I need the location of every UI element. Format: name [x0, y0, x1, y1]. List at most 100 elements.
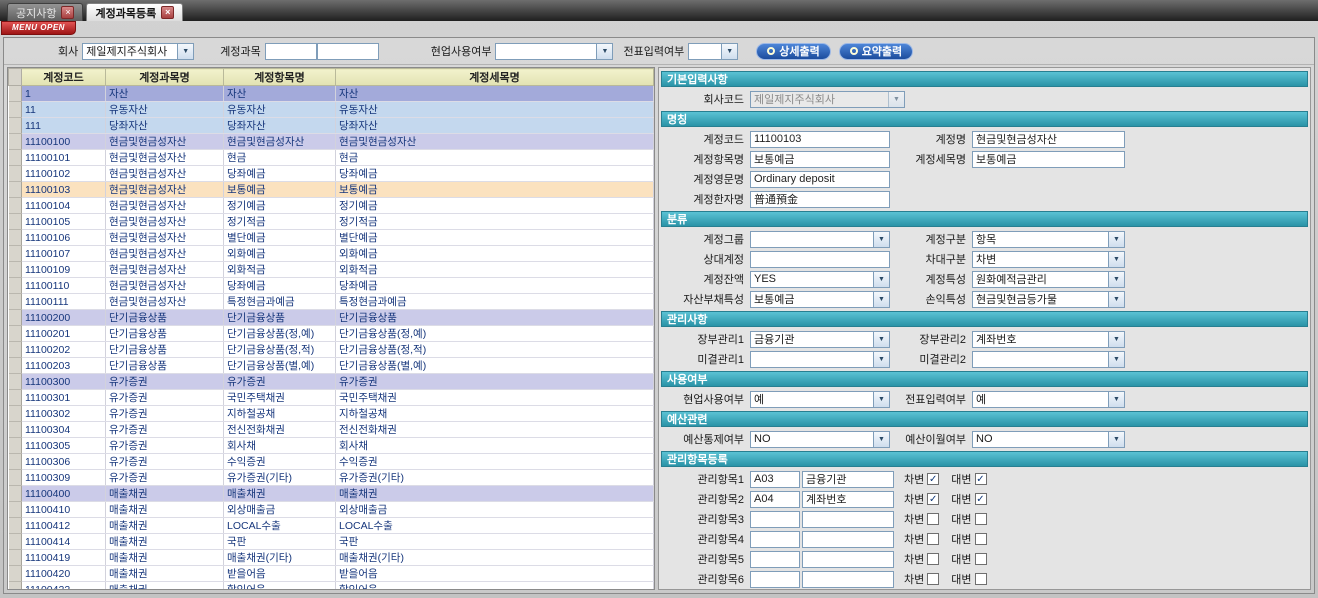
- cell-item-name[interactable]: 단기금융상품(별,예): [224, 358, 336, 374]
- row-selector[interactable]: [9, 134, 22, 150]
- account-code-field[interactable]: [750, 131, 890, 148]
- cell-account-code[interactable]: 11100101: [22, 150, 106, 166]
- table-row[interactable]: 11100309유가증권유가증권(기타)유가증권(기타): [9, 470, 654, 486]
- cell-account-name[interactable]: 단기금융상품: [106, 358, 224, 374]
- use1-select[interactable]: 예 ▼: [750, 391, 890, 408]
- company-code-select[interactable]: 제일제지주식회사 ▼: [750, 91, 905, 108]
- cell-account-name[interactable]: 현금및현금성자산: [106, 134, 224, 150]
- table-row[interactable]: 11100414매출채권국판국판: [9, 534, 654, 550]
- table-row[interactable]: 11100203단기금융상품단기금융상품(별,예)단기금융상품(별,예): [9, 358, 654, 374]
- cell-detail-name[interactable]: 외화적금: [336, 262, 654, 278]
- close-icon[interactable]: ×: [61, 6, 74, 19]
- table-row[interactable]: 11100202단기금융상품단기금융상품(정,적)단기금융상품(정,적): [9, 342, 654, 358]
- mgmt-name-input[interactable]: [802, 491, 894, 508]
- cell-item-name[interactable]: 보통예금: [224, 182, 336, 198]
- row-selector[interactable]: [9, 294, 22, 310]
- cell-account-code[interactable]: 11100107: [22, 246, 106, 262]
- row-selector[interactable]: [9, 422, 22, 438]
- row-selector[interactable]: [9, 326, 22, 342]
- cell-detail-name[interactable]: 유가증권(기타): [336, 470, 654, 486]
- open2-select[interactable]: ▼: [972, 351, 1125, 368]
- cell-detail-name[interactable]: LOCAL수출: [336, 518, 654, 534]
- cell-detail-name[interactable]: 수익증권: [336, 454, 654, 470]
- column-header-item-name[interactable]: 계정항목명: [224, 69, 336, 86]
- table-row[interactable]: 11100200단기금융상품단기금융상품단기금융상품: [9, 310, 654, 326]
- cell-account-name[interactable]: 현금및현금성자산: [106, 230, 224, 246]
- cell-detail-name[interactable]: 유가증권: [336, 374, 654, 390]
- cell-account-code[interactable]: 11100111: [22, 294, 106, 310]
- cell-account-name[interactable]: 현금및현금성자산: [106, 246, 224, 262]
- balance-select[interactable]: YES ▼: [750, 271, 890, 288]
- account-item-field[interactable]: [750, 151, 890, 168]
- credit-checkbox[interactable]: [975, 513, 987, 525]
- budget2-select[interactable]: NO ▼: [972, 431, 1125, 448]
- contra-account-field[interactable]: [750, 251, 890, 268]
- row-selector[interactable]: [9, 438, 22, 454]
- cell-detail-name[interactable]: 현금및현금성자산: [336, 134, 654, 150]
- row-selector[interactable]: [9, 566, 22, 582]
- table-row[interactable]: 11100104현금및현금성자산정기예금정기예금: [9, 198, 654, 214]
- cell-account-code[interactable]: 11100304: [22, 422, 106, 438]
- cell-account-code[interactable]: 11100200: [22, 310, 106, 326]
- cell-account-code[interactable]: 11100110: [22, 278, 106, 294]
- summary-print-button[interactable]: 요약출력: [839, 43, 913, 60]
- table-row[interactable]: 11100419매출채권매출채권(기타)매출채권(기타): [9, 550, 654, 566]
- mgmt-name-input[interactable]: [802, 551, 894, 568]
- debit-checkbox[interactable]: [927, 573, 939, 585]
- table-row[interactable]: 11100103현금및현금성자산보통예금보통예금: [9, 182, 654, 198]
- row-selector[interactable]: [9, 550, 22, 566]
- credit-checkbox[interactable]: ✓: [975, 473, 987, 485]
- cell-item-name[interactable]: 수익증권: [224, 454, 336, 470]
- table-row[interactable]: 11100101현금및현금성자산현금현금: [9, 150, 654, 166]
- mgmt-name-input[interactable]: [802, 531, 894, 548]
- cell-account-code[interactable]: 11100414: [22, 534, 106, 550]
- cell-account-code[interactable]: 11100400: [22, 486, 106, 502]
- cell-item-name[interactable]: 외상매출금: [224, 502, 336, 518]
- cell-account-code[interactable]: 11100102: [22, 166, 106, 182]
- cell-detail-name[interactable]: 매출채권: [336, 486, 654, 502]
- row-selector[interactable]: [9, 150, 22, 166]
- row-selector[interactable]: [9, 358, 22, 374]
- cell-item-name[interactable]: 받을어음: [224, 566, 336, 582]
- table-row[interactable]: 11100105현금및현금성자산정기적금정기적금: [9, 214, 654, 230]
- row-selector[interactable]: [9, 102, 22, 118]
- cell-account-name[interactable]: 현금및현금성자산: [106, 182, 224, 198]
- debit-checkbox[interactable]: [927, 533, 939, 545]
- cell-detail-name[interactable]: 유동자산: [336, 102, 654, 118]
- cell-item-name[interactable]: 단기금융상품(정,적): [224, 342, 336, 358]
- mgmt-code-input[interactable]: [750, 471, 800, 488]
- table-row[interactable]: 11100110현금및현금성자산당좌예금당좌예금: [9, 278, 654, 294]
- table-row[interactable]: 11100301유가증권국민주택채권국민주택채권: [9, 390, 654, 406]
- hanja-name-field[interactable]: [750, 191, 890, 208]
- table-row[interactable]: 11100106현금및현금성자산별단예금별단예금: [9, 230, 654, 246]
- row-selector[interactable]: [9, 118, 22, 134]
- row-selector[interactable]: [9, 310, 22, 326]
- tab-account-registration[interactable]: 계정과목등록 ×: [86, 3, 183, 21]
- table-row[interactable]: 1자산자산자산: [9, 86, 654, 102]
- cell-detail-name[interactable]: 정기예금: [336, 198, 654, 214]
- credit-checkbox[interactable]: [975, 573, 987, 585]
- cell-item-name[interactable]: 현금및현금성자산: [224, 134, 336, 150]
- account-subitem-field[interactable]: [972, 151, 1125, 168]
- row-selector[interactable]: [9, 262, 22, 278]
- cell-detail-name[interactable]: 특정현금과예금: [336, 294, 654, 310]
- row-selector[interactable]: [9, 374, 22, 390]
- cell-account-code[interactable]: 11100109: [22, 262, 106, 278]
- cell-account-name[interactable]: 현금및현금성자산: [106, 214, 224, 230]
- cell-item-name[interactable]: 매출채권(기타): [224, 550, 336, 566]
- account-name-filter-input[interactable]: [317, 43, 379, 60]
- tab-notice[interactable]: 공지사항 ×: [7, 3, 83, 21]
- row-selector[interactable]: [9, 198, 22, 214]
- column-header-account-name[interactable]: 계정과목명: [106, 69, 224, 86]
- cell-account-name[interactable]: 매출채권: [106, 518, 224, 534]
- cell-account-name[interactable]: 유가증권: [106, 454, 224, 470]
- cell-item-name[interactable]: 정기예금: [224, 198, 336, 214]
- cell-detail-name[interactable]: 회사채: [336, 438, 654, 454]
- pl-char-select[interactable]: 현금및현금등가물 ▼: [972, 291, 1125, 308]
- cell-account-name[interactable]: 현금및현금성자산: [106, 294, 224, 310]
- mgmt-code-input[interactable]: [750, 531, 800, 548]
- table-row[interactable]: 11100102현금및현금성자산당좌예금당좌예금: [9, 166, 654, 182]
- cell-account-code[interactable]: 11100105: [22, 214, 106, 230]
- account-code-filter-input[interactable]: [265, 43, 317, 60]
- detail-print-button[interactable]: 상세출력: [756, 43, 830, 60]
